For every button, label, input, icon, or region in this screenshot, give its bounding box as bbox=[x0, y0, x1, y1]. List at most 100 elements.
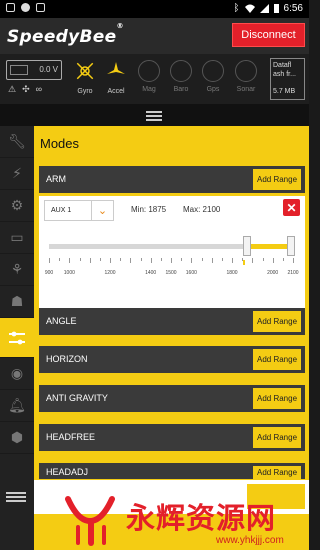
notification-circle-icon bbox=[21, 3, 30, 12]
range-editor: AUX 1 ⌄ Min: 1875 Max: 2100 ✕ 900 1000 120… bbox=[39, 196, 305, 312]
current-value-marker bbox=[243, 260, 246, 265]
scale-tick bbox=[171, 258, 172, 263]
sidebar-item-receiver[interactable]: ☗ bbox=[0, 286, 34, 318]
wifi-icon bbox=[244, 4, 255, 13]
sidebar-item-power[interactable]: ▭ bbox=[0, 222, 34, 254]
speedybee-logo: SpeedyBee® bbox=[7, 22, 124, 47]
propeller-icon: ✣ bbox=[22, 84, 30, 94]
scale-tick bbox=[59, 258, 61, 261]
status-indicators: ⚠ ✣ ∞ bbox=[8, 84, 42, 95]
status-bar: ᛒ 6:56 bbox=[0, 0, 309, 18]
scale-tick bbox=[49, 258, 50, 263]
drawer-handle-bar[interactable] bbox=[0, 104, 309, 126]
watermark-text: 永辉资源网 bbox=[126, 501, 277, 535]
range-slider-max-handle[interactable] bbox=[287, 236, 295, 256]
notification-square-icon bbox=[36, 3, 45, 12]
dataflash-indicator[interactable]: Datafl ash fr... 5.7 MB bbox=[270, 58, 305, 100]
scale-tick bbox=[99, 258, 101, 261]
battery-icon bbox=[273, 4, 279, 13]
sensor-bar: 0.0 V ⚠ ✣ ∞ Gyro Accel Mag Baro Gps Sona… bbox=[0, 54, 309, 104]
baro-icon bbox=[170, 60, 192, 82]
close-icon: ✕ bbox=[286, 200, 297, 215]
scale-tick bbox=[293, 258, 294, 263]
range-min-label: Min: 1875 bbox=[131, 205, 167, 214]
bluetooth-icon: ᛒ bbox=[233, 3, 240, 14]
scale-tick-label: 1000 bbox=[63, 270, 75, 276]
scale-tick bbox=[221, 258, 223, 261]
sensor-baro: Baro bbox=[168, 60, 194, 100]
scale-tick-label: 1800 bbox=[226, 270, 238, 276]
page-title: Modes bbox=[40, 136, 80, 151]
scale-tick-label: 1500 bbox=[165, 270, 177, 276]
scale-tick-label: 900 bbox=[44, 270, 54, 276]
scale-tick-label: 1200 bbox=[104, 270, 116, 276]
link-icon: ∞ bbox=[35, 84, 43, 94]
scale-tick bbox=[181, 258, 183, 261]
robot-icon: ☗ bbox=[10, 293, 24, 309]
gyro-icon bbox=[76, 62, 94, 80]
mode-row-headadj: HEADADJ Add Range bbox=[39, 463, 305, 479]
sidebar-item-motors[interactable]: ◉ bbox=[0, 358, 34, 390]
sensor-mag: Mag bbox=[136, 60, 162, 100]
scale-tick bbox=[110, 258, 111, 263]
sliders-icon bbox=[9, 331, 25, 344]
add-range-button[interactable]: Add Range bbox=[253, 388, 301, 409]
sonar-icon bbox=[235, 60, 257, 82]
scale-tick bbox=[191, 258, 193, 263]
gps-icon bbox=[202, 60, 224, 82]
scale-tick bbox=[69, 258, 71, 263]
menu-handle-icon bbox=[146, 111, 162, 113]
bell-icon: 🔔︎ bbox=[8, 397, 26, 413]
sidebar-item-failsafe[interactable]: ⚘ bbox=[0, 254, 34, 286]
scale-tick bbox=[262, 258, 264, 261]
sensor-gyro: Gyro bbox=[72, 60, 98, 100]
status-bar-notifications bbox=[6, 3, 45, 12]
disconnect-button[interactable]: Disconnect bbox=[232, 23, 305, 47]
range-max-label: Max: 2100 bbox=[183, 205, 221, 214]
wrench-icon: 🔧︎ bbox=[8, 133, 26, 149]
add-range-button[interactable]: Add Range bbox=[253, 169, 301, 190]
add-range-button[interactable]: Add Range bbox=[253, 311, 301, 332]
sidebar-item-osd[interactable]: ⬢ bbox=[0, 422, 34, 454]
mode-row-anti-gravity: ANTI GRAVITY Add Range bbox=[39, 385, 305, 412]
scale-tick bbox=[120, 258, 122, 261]
scale-tick bbox=[282, 258, 284, 261]
remove-range-button[interactable]: ✕ bbox=[283, 199, 300, 216]
add-range-button[interactable]: Add Range bbox=[253, 466, 301, 479]
scale-tick bbox=[272, 258, 274, 263]
warning-icon: ⚠ bbox=[8, 84, 17, 94]
scale-tick-label: 1600 bbox=[185, 270, 197, 276]
add-range-button[interactable]: Add Range bbox=[253, 427, 301, 448]
scale-tick-label: 2000 bbox=[267, 270, 279, 276]
sidebar-item-alerts[interactable]: 🔔︎ bbox=[0, 390, 34, 422]
cube-icon: ⬢ bbox=[10, 429, 24, 445]
battery-cell-icon bbox=[10, 65, 28, 75]
range-slider-min-handle[interactable] bbox=[243, 236, 252, 256]
watermark-logo bbox=[65, 496, 115, 546]
scale-tick bbox=[201, 258, 203, 261]
mode-row-horizon: HORIZON Add Range bbox=[39, 346, 305, 373]
sidebar-menu-icon[interactable] bbox=[6, 492, 26, 494]
scale-tick bbox=[130, 258, 132, 263]
sidebar-item-ports[interactable]: ⚡︎ bbox=[0, 158, 34, 190]
sensor-accel: Accel bbox=[103, 60, 129, 100]
add-range-button[interactable]: Add Range bbox=[253, 349, 301, 370]
sidebar-item-configuration[interactable]: ⚙ bbox=[0, 190, 34, 222]
sidebar-item-modes[interactable] bbox=[0, 318, 34, 358]
chevron-down-icon: ⌄ bbox=[91, 201, 113, 220]
scale-tick bbox=[79, 258, 81, 261]
notification-square-icon bbox=[6, 3, 15, 12]
watermark: 永辉资源网 www.yhkjjj.com bbox=[60, 483, 309, 550]
mode-row-headfree: HEADFREE Add Range bbox=[39, 424, 305, 451]
aux-channel-select[interactable]: AUX 1 ⌄ bbox=[44, 200, 114, 221]
scale-tick bbox=[160, 258, 162, 261]
disc-icon: ◉ bbox=[10, 365, 24, 381]
scale-tick-label: 1400 bbox=[145, 270, 157, 276]
app-root: ᛒ 6:56 SpeedyBee® Disconnect 0.0 V ⚠ ✣ ∞ bbox=[0, 0, 309, 550]
battery-voltage: 0.0 V bbox=[6, 60, 62, 80]
scale-tick bbox=[211, 258, 213, 263]
scale-tick bbox=[252, 258, 254, 263]
battery-icon: ▭ bbox=[10, 229, 24, 245]
accel-icon bbox=[107, 62, 125, 74]
sidebar-item-setup[interactable]: 🔧︎ bbox=[0, 126, 34, 158]
